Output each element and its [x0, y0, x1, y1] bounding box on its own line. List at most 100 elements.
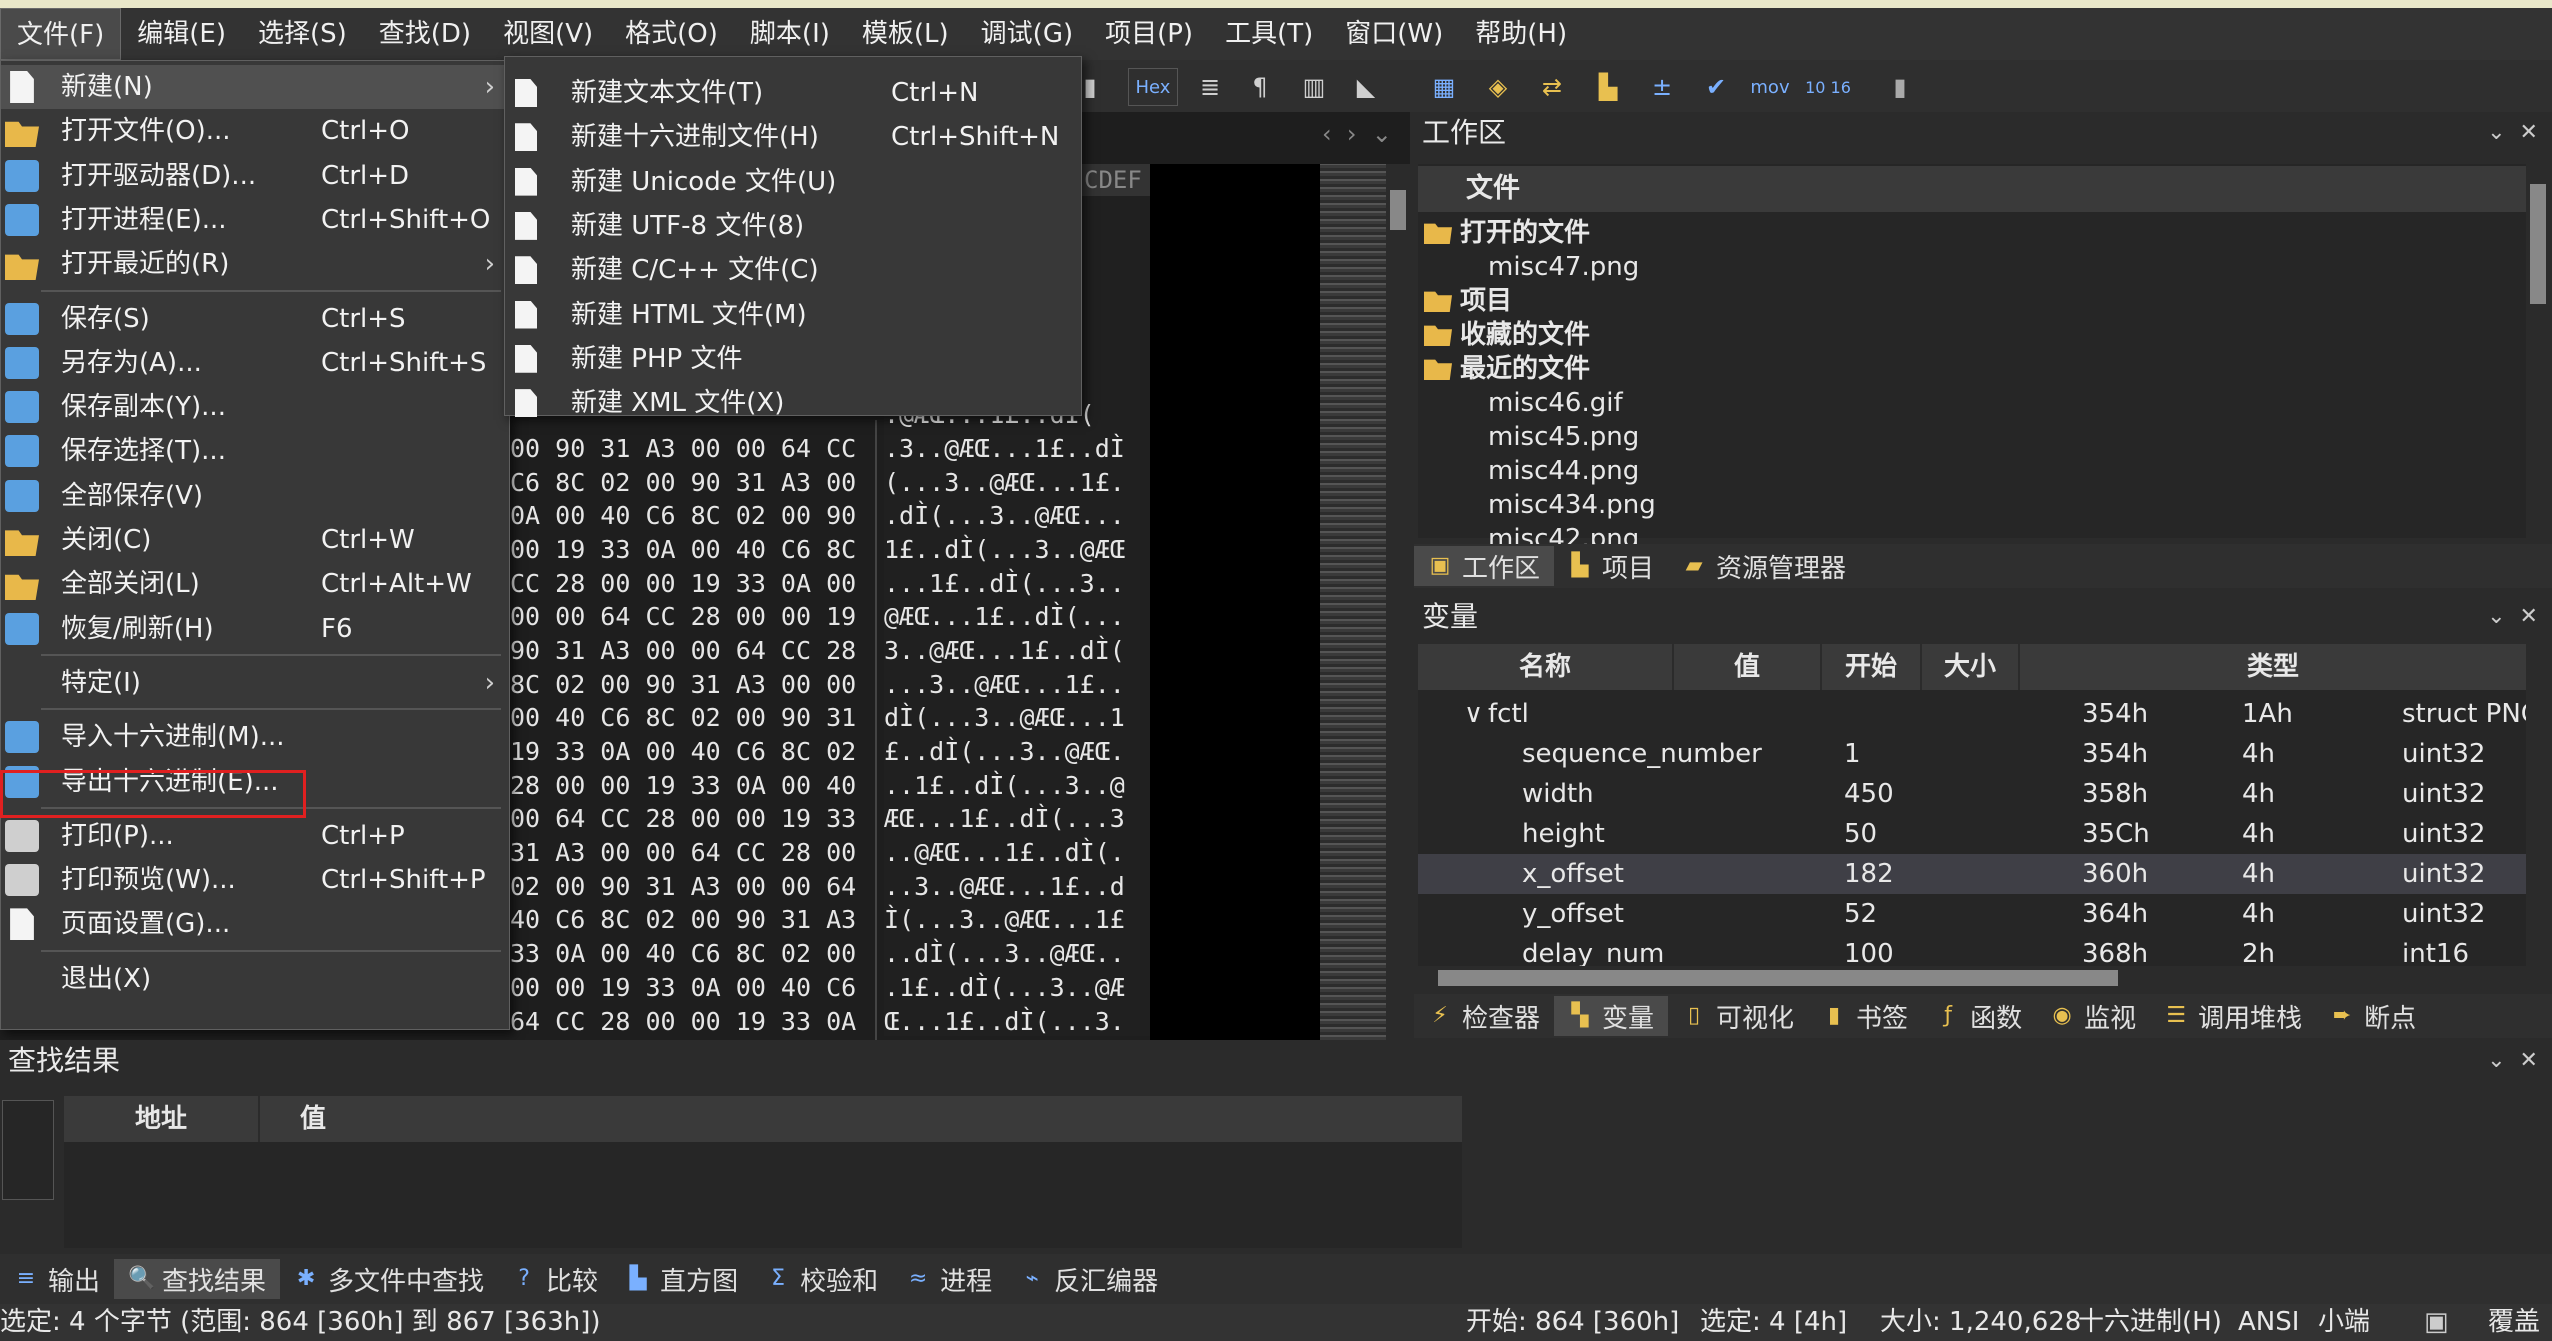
workspace-tree-node[interactable]: misc47.png [1488, 250, 1639, 284]
new-submenu-item-4[interactable]: 新建 C/C++ 文件(C) [505, 248, 1081, 292]
calculator-icon[interactable]: ▦ [1424, 68, 1464, 106]
file-menu-item-7[interactable]: 保存副本(Y)... [1, 385, 509, 429]
histogram-icon[interactable]: ▙ [1588, 68, 1628, 106]
pause-icon[interactable]: ▮ [1880, 68, 1920, 106]
file-menu-item-16[interactable]: 打印(P)... Ctrl+P [1, 814, 509, 858]
variables-col-3[interactable]: 大小 [1922, 644, 2020, 690]
editor-nav-arrows[interactable]: ‹ › ⌄ [1322, 120, 1392, 148]
menu-2[interactable]: 选择(S) [242, 8, 363, 60]
inspector-tab-3[interactable]: ▮ 书签 [1808, 996, 1922, 1036]
bottom-tab-1[interactable]: 🔍 查找结果 [114, 1259, 281, 1299]
variable-row[interactable]: x_offset 182 360h 4h uint32 [1418, 854, 2528, 894]
file-menu-item-6[interactable]: 另存为(A)... Ctrl+Shift+S [1, 341, 509, 385]
file-menu-item-3[interactable]: 打开进程(E)... Ctrl+Shift+O [1, 198, 509, 242]
ascii-row[interactable]: ...3..@ÆŒ...1£.. [884, 668, 1150, 702]
workspace-tab-2[interactable]: ▰ 资源管理器 [1668, 546, 1860, 586]
file-menu-item-8[interactable]: 保存选择(T)... [1, 429, 509, 473]
inspector-tab-4[interactable]: ƒ 函数 [1922, 996, 2036, 1036]
file-menu-item-4[interactable]: 打开最近的(R) › [1, 242, 509, 286]
file-menu-item-11[interactable]: 全部关闭(L) Ctrl+Alt+W [1, 562, 509, 606]
status-endian[interactable]: 小端 [2318, 1304, 2370, 1341]
ascii-row[interactable]: ..@ÆŒ...1£..dÌ(. [884, 836, 1150, 870]
variables-hscroll[interactable] [1418, 966, 2528, 990]
variables-vscroll[interactable] [2526, 644, 2550, 966]
status-encoding[interactable]: ANSI [2238, 1304, 2299, 1341]
variables-col-1[interactable]: 值 [1674, 644, 1822, 690]
file-overview-bar[interactable] [1320, 164, 1386, 1040]
ascii-row[interactable]: (...3..@ÆŒ...1£. [884, 466, 1150, 500]
menu-6[interactable]: 脚本(I) [734, 8, 846, 60]
menu-8[interactable]: 调试(G) [965, 8, 1089, 60]
inspector-tab-0[interactable]: ⚡ 检查器 [1414, 996, 1554, 1036]
ascii-row[interactable]: £..dÌ(...3..@ÆŒ. [884, 735, 1150, 769]
ascii-row[interactable]: .1£..dÌ(...3..@Æ [884, 971, 1150, 1005]
menu-10[interactable]: 工具(T) [1209, 8, 1329, 60]
find-panel-controls[interactable]: ⌄✕ [2487, 1048, 2552, 1073]
new-submenu-item-6[interactable]: 新建 PHP 文件 [505, 337, 1081, 381]
bottom-tab-2[interactable]: ✱ 多文件中查找 [280, 1259, 498, 1299]
new-submenu-item-5[interactable]: 新建 HTML 文件(M) [505, 293, 1081, 337]
ascii-row[interactable]: .dÌ(...3..@ÆŒ... [884, 499, 1150, 533]
ascii-row[interactable]: .3..@ÆŒ...1£..dÌ [884, 432, 1150, 466]
wrap-icon[interactable]: ≣ [1190, 68, 1230, 106]
disasm-mov-icon[interactable]: mov [1746, 68, 1794, 106]
bottom-tab-5[interactable]: Σ 校验和 [752, 1259, 892, 1299]
ascii-row[interactable]: 1£..dÌ(...3..@ÆŒ [884, 533, 1150, 567]
new-submenu-item-3[interactable]: 新建 UTF-8 文件(8) [505, 204, 1081, 248]
ascii-row[interactable]: ÆŒ...1£..dÌ(...3 [884, 802, 1150, 836]
status-lock-icon[interactable]: ▣ [2424, 1304, 2449, 1341]
variable-row[interactable]: delay_num 100 368h 2h int16 [1418, 934, 2528, 970]
variable-row[interactable]: y_offset 52 364h 4h uint32 [1418, 894, 2528, 934]
check-icon[interactable]: ✔ [1696, 68, 1736, 106]
hex-scrollbar[interactable] [1386, 164, 1410, 1040]
file-menu-item-0[interactable]: 新建(N) › [1, 65, 509, 109]
new-submenu-item-1[interactable]: 新建十六进制文件(H) Ctrl+Shift+N [505, 115, 1081, 159]
workspace-tree-node[interactable]: misc434.png [1488, 488, 1656, 522]
new-submenu-item-0[interactable]: 新建文本文件(T) Ctrl+N [505, 71, 1081, 115]
variables-col-4[interactable]: 类型 [2020, 644, 2528, 690]
bottom-tab-3[interactable]: ? 比较 [498, 1259, 612, 1299]
base-convert-icon[interactable]: 10 16 [1804, 68, 1852, 106]
file-menu-item-10[interactable]: 关闭(C) Ctrl+W [1, 518, 509, 562]
math-icon[interactable]: ± [1642, 68, 1682, 106]
new-submenu-item-7[interactable]: 新建 XML 文件(X) [505, 381, 1081, 425]
ascii-row[interactable]: ...1£..dÌ(...3.. [884, 567, 1150, 601]
bottom-tab-0[interactable]: ≡ 输出 [0, 1259, 114, 1299]
menu-1[interactable]: 编辑(E) [121, 8, 242, 60]
file-menu-item-5[interactable]: 保存(S) Ctrl+S [1, 297, 509, 341]
workspace-tab-1[interactable]: ▙ 项目 [1554, 546, 1668, 586]
panel-controls[interactable]: ⌄✕ [2487, 120, 2552, 145]
file-menu-item-13[interactable]: 特定(I) › [1, 661, 509, 705]
file-menu-item-9[interactable]: 全部保存(V) [1, 474, 509, 518]
swap-icon[interactable]: ⇄ [1532, 68, 1572, 106]
ascii-row[interactable]: ..3..@ÆŒ...1£..d [884, 870, 1150, 904]
menu-12[interactable]: 帮助(H) [1459, 8, 1583, 60]
variable-row[interactable]: ∨ fctl 354h 1Ah struct PNG [1418, 694, 2528, 734]
expand-chevron-icon[interactable]: ∨ [1464, 694, 1483, 734]
file-menu-item-1[interactable]: 打开文件(O)... Ctrl+O [1, 109, 509, 153]
new-submenu-item-2[interactable]: 新建 Unicode 文件(U) [505, 160, 1081, 204]
workspace-scrollbar[interactable] [2526, 164, 2550, 538]
variables-col-2[interactable]: 开始 [1822, 644, 1922, 690]
workspace-tree-node[interactable]: 收藏的文件 [1424, 318, 1590, 352]
bottom-tab-6[interactable]: ≈ 进程 [892, 1259, 1006, 1299]
ascii-row[interactable]: Ì(...3..@ÆŒ...1£ [884, 903, 1150, 937]
status-overwrite[interactable]: 覆盖 [2488, 1304, 2540, 1341]
file-menu-item-18[interactable]: 页面设置(G)... [1, 902, 509, 946]
inspector-tab-7[interactable]: ➨ 断点 [2316, 996, 2430, 1036]
file-menu-item-2[interactable]: 打开驱动器(D)... Ctrl+D [1, 154, 509, 198]
inspector-tab-1[interactable]: ▚ 变量 [1554, 996, 1669, 1036]
template-icon[interactable]: ◈ [1478, 68, 1518, 106]
workspace-tree-node[interactable]: 项目 [1424, 284, 1512, 318]
inspector-tab-5[interactable]: ◉ 监视 [2036, 996, 2150, 1036]
file-menu-item-14[interactable]: 导入十六进制(M)... [1, 715, 509, 759]
menu-5[interactable]: 格式(O) [609, 8, 734, 60]
status-mode[interactable]: 十六进制(H) [2078, 1304, 2222, 1341]
menu-4[interactable]: 视图(V) [487, 8, 609, 60]
ascii-row[interactable]: dÌ(...3..@ÆŒ...1 [884, 701, 1150, 735]
inspector-tab-2[interactable]: ▯ 可视化 [1668, 996, 1808, 1036]
workspace-tree-node[interactable]: misc44.png [1488, 454, 1639, 488]
variable-row[interactable]: width 450 358h 4h uint32 [1418, 774, 2528, 814]
workspace-tree-node[interactable]: 最近的文件 [1424, 352, 1590, 386]
menu-7[interactable]: 模板(L) [846, 8, 965, 60]
